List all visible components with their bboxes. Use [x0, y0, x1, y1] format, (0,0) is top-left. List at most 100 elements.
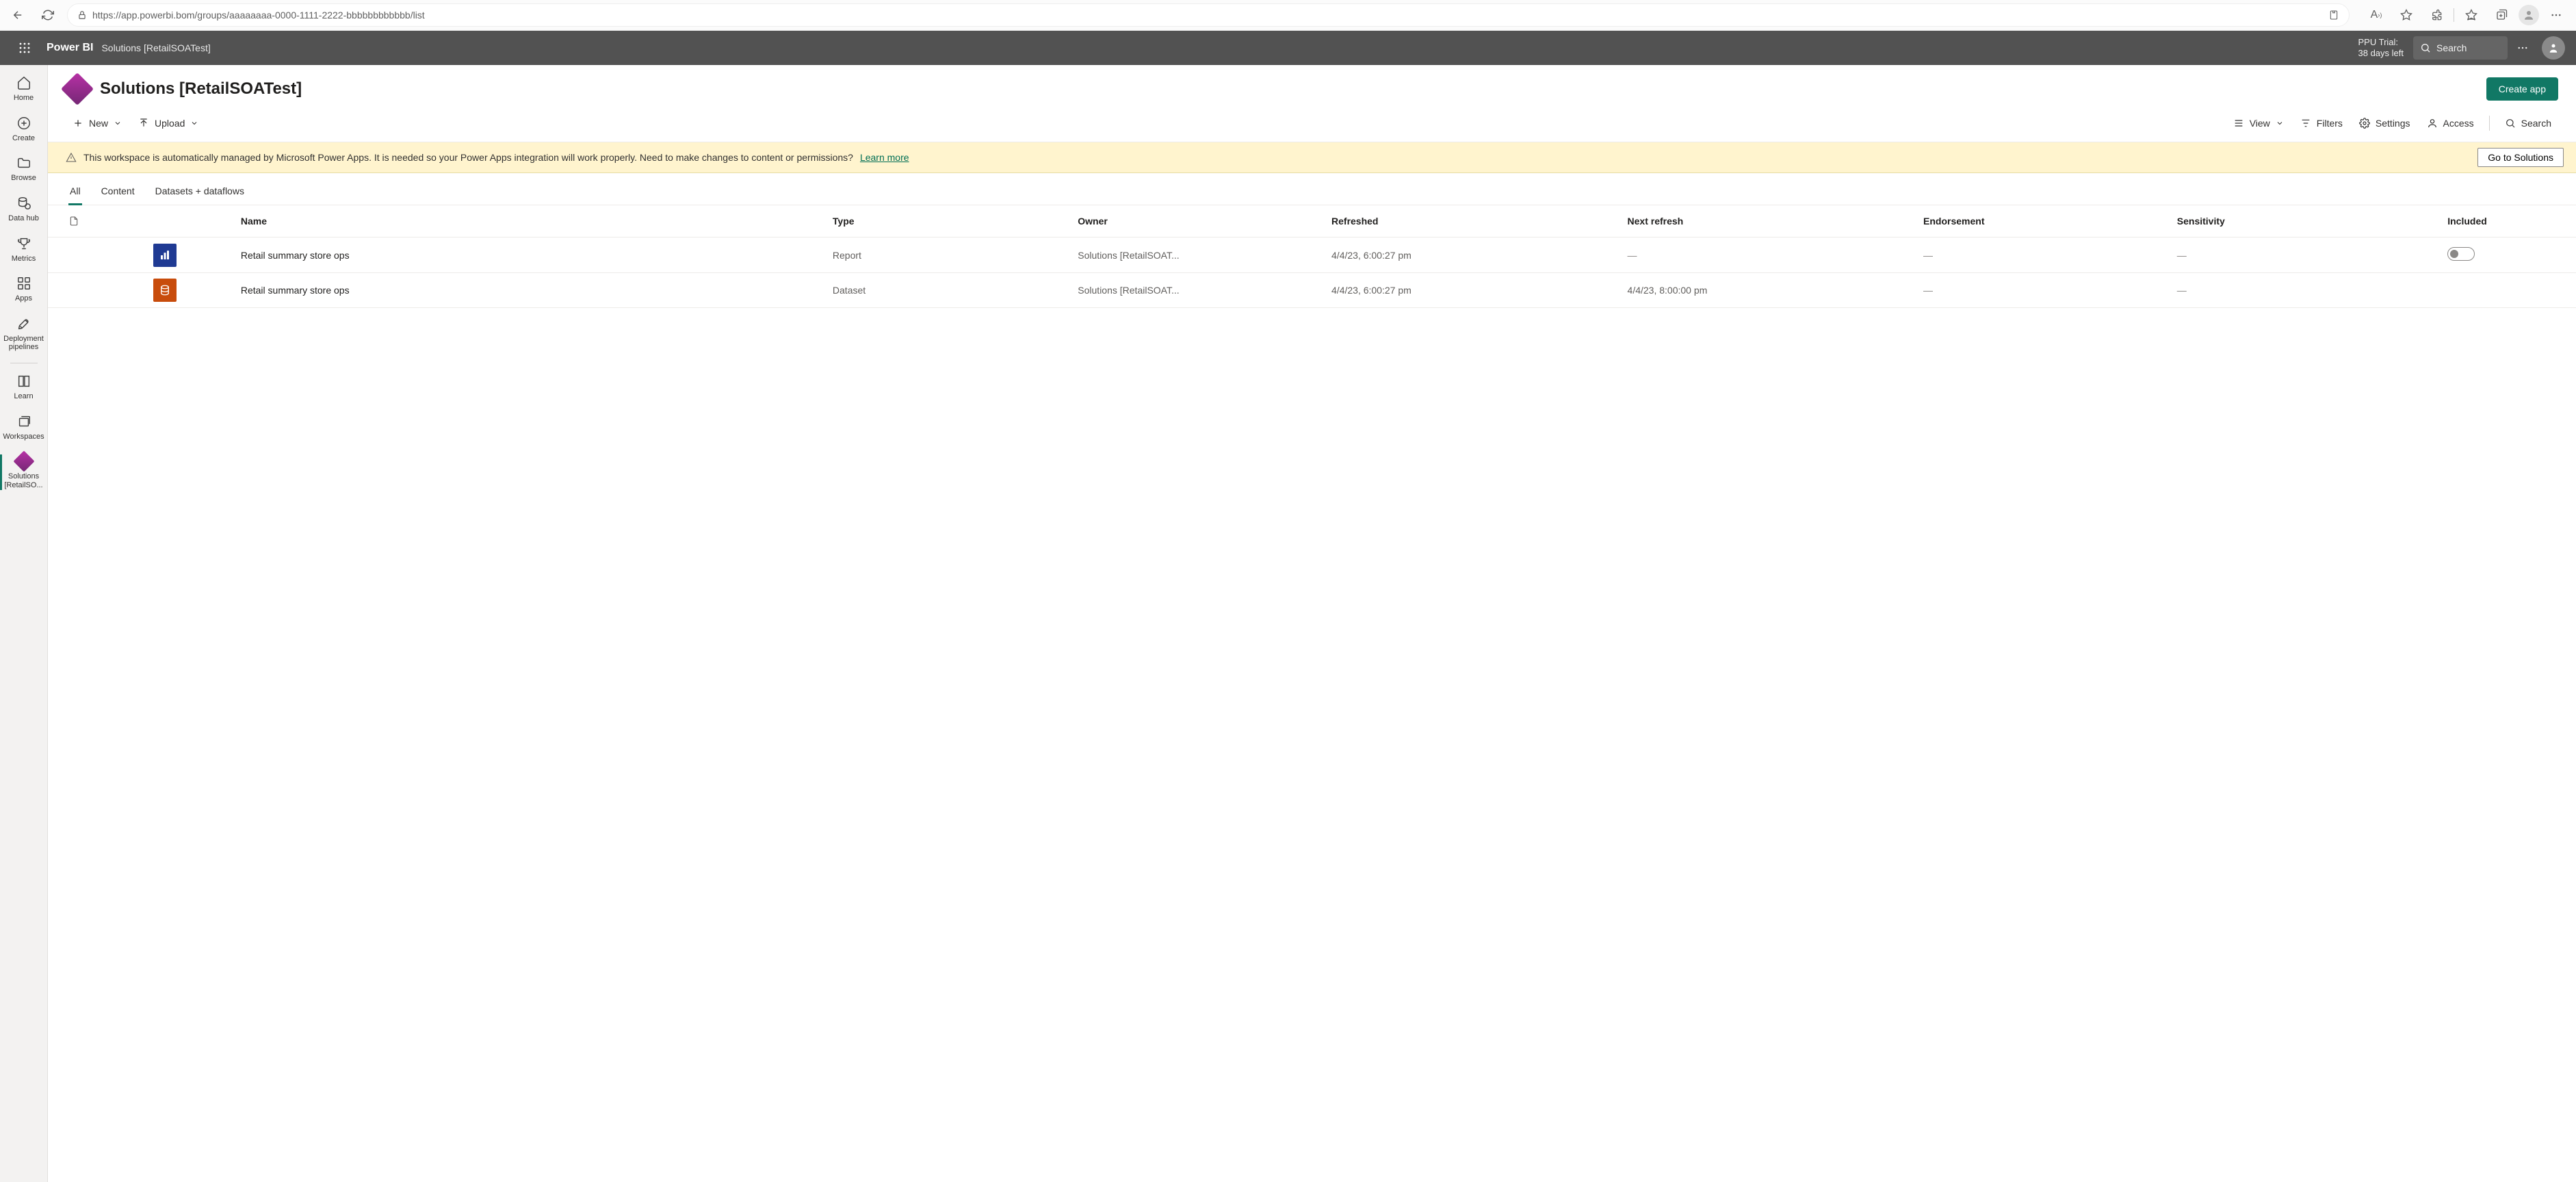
- browser-actions: A›): [2363, 4, 2569, 26]
- tab-datasets[interactable]: Datasets + dataflows: [154, 183, 246, 205]
- browser-refresh-button[interactable]: [37, 4, 59, 26]
- nav-home[interactable]: Home: [0, 69, 47, 110]
- col-next-refresh[interactable]: Next refresh: [1621, 205, 1917, 237]
- browser-profile-avatar[interactable]: [2519, 5, 2539, 25]
- item-name[interactable]: Retail summary store ops: [234, 237, 826, 273]
- app-launcher-icon[interactable]: [11, 42, 38, 53]
- header-more-icon[interactable]: [2508, 42, 2538, 54]
- nav-metrics[interactable]: Metrics: [0, 230, 47, 270]
- go-to-solutions-button[interactable]: Go to Solutions: [2477, 148, 2564, 167]
- search-icon: [2420, 42, 2431, 53]
- item-next-refresh: —: [1621, 237, 1917, 273]
- read-aloud-icon[interactable]: A›): [2363, 4, 2389, 26]
- person-icon: [2427, 118, 2438, 129]
- plus-circle-icon: [16, 115, 32, 131]
- browser-back-button[interactable]: [7, 4, 29, 26]
- browser-chrome: https://app.powerbi.bom/groups/aaaaaaaa-…: [0, 0, 2576, 31]
- tab-all[interactable]: All: [68, 183, 82, 205]
- item-sensitivity: —: [2170, 273, 2441, 308]
- nav-browse[interactable]: Browse: [0, 149, 47, 190]
- nav-data-hub[interactable]: Data hub: [0, 190, 47, 230]
- access-button[interactable]: Access: [2420, 112, 2481, 135]
- extensions-icon[interactable]: [2423, 4, 2449, 26]
- workspace-diamond-icon: [16, 453, 32, 470]
- create-app-button[interactable]: Create app: [2486, 77, 2558, 101]
- search-button[interactable]: Search: [2498, 112, 2558, 135]
- app-brand[interactable]: Power BI: [38, 42, 101, 54]
- nav-deployment-pipelines[interactable]: Deployment pipelines: [0, 310, 47, 359]
- included-toggle[interactable]: [2447, 247, 2475, 261]
- folder-icon: [16, 155, 32, 171]
- upload-button[interactable]: Upload: [131, 112, 205, 135]
- breadcrumb[interactable]: Solutions [RetailSOATest]: [101, 42, 210, 53]
- table-row[interactable]: Retail summary store opsReportSolutions …: [48, 237, 2576, 273]
- collections-icon[interactable]: [2488, 4, 2514, 26]
- command-bar: New Upload View Filters Settings: [48, 107, 2576, 142]
- browser-more-icon[interactable]: [2543, 4, 2569, 26]
- left-nav: Home Create Browse Data hub Metrics Apps…: [0, 65, 48, 1182]
- item-refreshed: 4/4/23, 6:00:27 pm: [1325, 273, 1621, 308]
- filter-icon: [2300, 118, 2311, 129]
- chevron-down-icon: [190, 119, 198, 127]
- col-included[interactable]: Included: [2441, 205, 2576, 237]
- item-endorsement: —: [1916, 273, 2170, 308]
- nav-create[interactable]: Create: [0, 110, 47, 150]
- report-icon: [153, 244, 177, 267]
- item-type: Report: [826, 237, 1071, 273]
- filters-button[interactable]: Filters: [2293, 112, 2350, 135]
- col-type[interactable]: Type: [826, 205, 1071, 237]
- nav-current-workspace[interactable]: Solutions [RetailSO...: [0, 448, 47, 496]
- col-endorsement[interactable]: Endorsement: [1916, 205, 2170, 237]
- app-mode-icon[interactable]: [2328, 10, 2339, 21]
- trophy-icon: [16, 235, 32, 252]
- col-sensitivity[interactable]: Sensitivity: [2170, 205, 2441, 237]
- nav-workspaces[interactable]: Workspaces: [0, 408, 47, 448]
- item-endorsement: —: [1916, 237, 2170, 273]
- item-owner: Solutions [RetailSOAT...: [1071, 237, 1325, 273]
- book-icon: [16, 373, 32, 389]
- banner-message: This workspace is automatically managed …: [83, 152, 853, 163]
- content: Solutions [RetailSOATest] Create app New…: [48, 65, 2576, 1182]
- home-icon: [16, 75, 32, 91]
- url-bar[interactable]: https://app.powerbi.bom/groups/aaaaaaaa-…: [67, 3, 2350, 27]
- info-banner: This workspace is automatically managed …: [48, 142, 2576, 173]
- item-name[interactable]: Retail summary store ops: [234, 273, 826, 308]
- col-refreshed[interactable]: Refreshed: [1325, 205, 1621, 237]
- tab-content[interactable]: Content: [100, 183, 136, 205]
- warning-icon: [66, 152, 77, 163]
- chevron-down-icon: [2276, 119, 2284, 127]
- nav-learn[interactable]: Learn: [0, 368, 47, 408]
- workspace-header: Solutions [RetailSOATest] Create app: [48, 65, 2576, 107]
- page-title: Solutions [RetailSOATest]: [100, 79, 302, 99]
- search-icon: [2505, 118, 2516, 129]
- nav-apps[interactable]: Apps: [0, 270, 47, 310]
- trial-info: PPU Trial: 38 days left: [2358, 37, 2404, 60]
- search-placeholder: Search: [2436, 42, 2467, 53]
- favorite-icon[interactable]: [2393, 4, 2419, 26]
- table-row[interactable]: Retail summary store opsDatasetSolutions…: [48, 273, 2576, 308]
- content-table: Name Type Owner Refreshed Next refresh E…: [48, 205, 2576, 308]
- item-owner: Solutions [RetailSOAT...: [1071, 273, 1325, 308]
- new-button[interactable]: New: [66, 112, 129, 135]
- favorites-bar-icon[interactable]: [2458, 4, 2484, 26]
- col-owner[interactable]: Owner: [1071, 205, 1325, 237]
- settings-button[interactable]: Settings: [2352, 112, 2417, 135]
- tabs: All Content Datasets + dataflows: [48, 173, 2576, 205]
- item-sensitivity: —: [2170, 237, 2441, 273]
- item-type: Dataset: [826, 273, 1071, 308]
- app-header: Power BI Solutions [RetailSOATest] PPU T…: [0, 31, 2576, 65]
- view-button[interactable]: View: [2226, 112, 2291, 135]
- col-check[interactable]: [48, 205, 149, 237]
- lock-icon: [77, 10, 87, 20]
- item-refreshed: 4/4/23, 6:00:27 pm: [1325, 237, 1621, 273]
- apps-icon: [16, 275, 32, 292]
- user-avatar[interactable]: [2542, 36, 2565, 60]
- header-search[interactable]: Search: [2413, 36, 2508, 60]
- dataset-icon: [153, 279, 177, 302]
- item-included: [2441, 273, 2576, 308]
- list-icon: [2233, 118, 2244, 129]
- data-hub-icon: [16, 195, 32, 211]
- document-icon: [68, 215, 79, 227]
- col-name[interactable]: Name: [234, 205, 826, 237]
- learn-more-link[interactable]: Learn more: [860, 152, 909, 163]
